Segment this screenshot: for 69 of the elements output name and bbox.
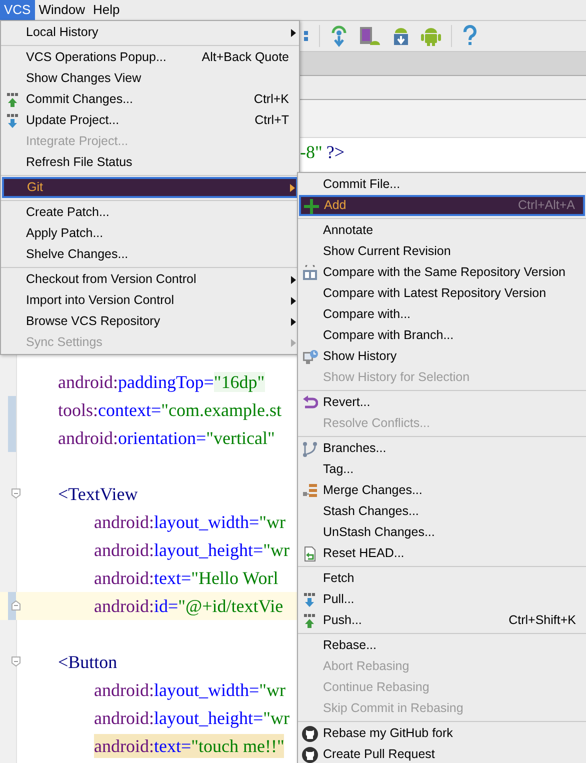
menu-item[interactable]: Annotate (298, 220, 586, 241)
download-arrow-icon (5, 112, 21, 128)
undo-arrow-icon (302, 394, 318, 410)
menu-item[interactable]: VCS Operations Popup... Alt+Back Quote (1, 47, 299, 68)
menu-item[interactable]: Push... Ctrl+Shift+K (298, 610, 586, 631)
code-line: android:layout_width="wr (94, 511, 286, 534)
code-line: android:orientation="vertical" (58, 427, 275, 450)
code-line: android:id="@+id/textVie (94, 595, 284, 618)
code-line: android:layout_width="wr (94, 679, 286, 702)
menu-item[interactable]: Revert... (298, 392, 586, 413)
history-icon (302, 348, 318, 364)
help-icon (461, 25, 479, 47)
code-line: -8" ?> (300, 141, 344, 164)
compare-icon (302, 264, 318, 280)
upload-arrow-icon (5, 92, 21, 108)
menu-item[interactable]: Branches... (298, 438, 586, 459)
menu-item[interactable]: Create Pull Request (298, 744, 586, 763)
menu-item[interactable]: Show Current Revision (298, 241, 586, 262)
code-line: android:paddingTop="16dp" (58, 371, 265, 394)
menu-item[interactable]: Commit File... (298, 174, 586, 195)
device-android-icon (358, 25, 382, 47)
sync-download-icon (329, 25, 349, 47)
reset-document-icon (302, 546, 318, 562)
fold-marker-icon[interactable] (11, 600, 21, 611)
menu-item[interactable]: Create Patch... (1, 202, 299, 223)
fold-marker-icon[interactable] (11, 656, 21, 667)
menu-item[interactable]: Show History (298, 346, 586, 367)
menu-item[interactable]: Tag... (298, 459, 586, 480)
menu-bar-item[interactable]: VCS (0, 0, 35, 20)
menu-item[interactable]: Show Changes View (1, 68, 299, 89)
branches-icon (302, 440, 318, 456)
menu-bar-item[interactable]: Help (88, 0, 124, 20)
grid-icon (302, 28, 310, 44)
menu-item[interactable]: Update Project... Ctrl+T (1, 110, 299, 131)
code-line: <TextView (58, 483, 138, 506)
menu-bar-item[interactable]: Window (34, 0, 89, 20)
menu-item[interactable]: Commit Changes... Ctrl+K (1, 89, 299, 110)
plus-icon (303, 198, 319, 214)
menu-item[interactable]: Merge Changes... (298, 480, 586, 501)
code-line: android:layout_height="wr (94, 707, 290, 730)
menu-item[interactable]: Local History (1, 22, 299, 43)
menu-item[interactable]: Refresh File Status (1, 152, 299, 173)
menu-item[interactable]: Rebase... (298, 635, 586, 656)
menu-item[interactable]: Compare with... (298, 304, 586, 325)
menu-item[interactable]: Add Ctrl+Alt+A (299, 195, 585, 216)
android-download-icon (391, 25, 411, 47)
code-line: tools:context="com.example.st (58, 399, 282, 422)
github-icon (302, 726, 318, 742)
code-line: <Button (58, 651, 118, 674)
github-icon (302, 746, 318, 762)
download-arrow-icon (302, 592, 318, 608)
menu-item[interactable]: Shelve Changes... (1, 244, 299, 265)
menu-item[interactable]: Compare with the Same Repository Version (298, 262, 586, 283)
menu-item[interactable]: Pull... (298, 589, 586, 610)
android-icon (420, 25, 442, 47)
menu-item[interactable]: Compare with Branch... (298, 325, 586, 346)
upload-arrow-icon (302, 612, 318, 628)
menu-item[interactable]: Fetch (298, 568, 586, 589)
menu-item[interactable]: Rebase my GitHub fork (298, 723, 586, 744)
menu-item[interactable]: UnStash Changes... (298, 522, 586, 543)
menu-item[interactable]: Reset HEAD... (298, 543, 586, 564)
fold-marker-icon[interactable] (11, 488, 21, 499)
code-line: android:layout_height="wr (94, 539, 290, 562)
code-line: android:text="Hello Worl (94, 567, 278, 590)
menu-item[interactable]: Apply Patch... (1, 223, 299, 244)
menu-item[interactable]: Stash Changes... (298, 501, 586, 522)
merge-icon (302, 482, 318, 498)
menu-item[interactable]: Compare with Latest Repository Version (298, 283, 586, 304)
menu-item[interactable]: Git (2, 177, 298, 198)
